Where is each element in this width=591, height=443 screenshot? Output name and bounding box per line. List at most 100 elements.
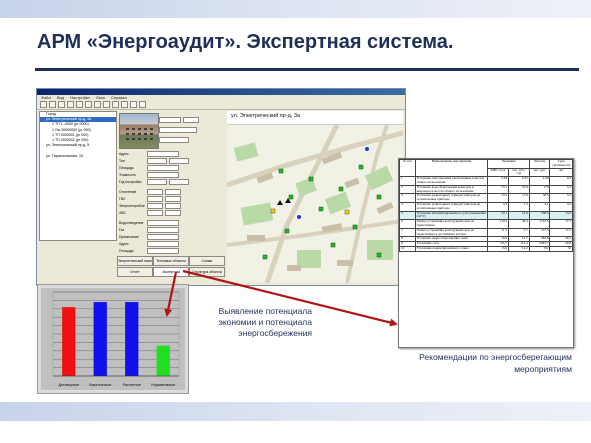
table-row: 10 Утепление покрытий верхнего этажа 13.9 1…	[399, 245, 573, 252]
measures-table: № п/п Наименование мероприятия Экономия …	[399, 158, 573, 252]
object-tree[interactable]: Город ул. Электрический пр-д, 3а 1 ТП 1 …	[39, 111, 117, 241]
field-input[interactable]	[147, 151, 179, 157]
table-header: Затраты	[528, 159, 551, 169]
measure-name-cell: Замена устаревших конструкций окон на ге…	[414, 227, 489, 238]
tab-heat-objects[interactable]: Тепловые объекты	[153, 256, 189, 266]
table-cell: 5	[399, 210, 416, 221]
table-cell: 258.4	[528, 210, 551, 221]
measure-name-cell: Замена устаревших конструкций окон на ге…	[414, 219, 489, 229]
tab-expertise[interactable]: Экспертиза	[153, 267, 189, 277]
table-cell: 13.5	[487, 193, 509, 203]
toolbar-button[interactable]	[139, 101, 146, 108]
field-input[interactable]	[147, 210, 163, 216]
tab-schemes[interactable]: Схемы	[189, 256, 225, 266]
app-window: Файл Вид Настройки Окно Справка Город ул…	[36, 88, 406, 286]
field-input[interactable]	[147, 179, 167, 185]
tab-report[interactable]: Отчёт	[117, 267, 153, 277]
toolbar-button[interactable]	[130, 101, 137, 108]
table-cell: 3.2	[549, 201, 573, 212]
district-map[interactable]	[227, 125, 403, 283]
bottom-tabs: Энергетический паспорт Тепловые объекты …	[117, 256, 227, 280]
field-label: Адрес	[119, 152, 129, 156]
table-cell: 1	[399, 176, 416, 186]
table-cell: 1.2	[507, 201, 530, 212]
menu-item-file[interactable]: Файл	[41, 95, 51, 100]
table-cell: 11.3	[487, 227, 509, 238]
table-cell: 12.2	[507, 245, 530, 252]
caption-recommendations: Рекомендации по энергосберегающим меропр…	[419, 352, 572, 374]
field-input[interactable]	[183, 117, 199, 123]
toolbar-button[interactable]	[40, 101, 47, 108]
top-band	[0, 0, 591, 18]
field-input[interactable]	[147, 220, 179, 226]
toolbar-button[interactable]	[121, 101, 128, 108]
table-cell: 6	[399, 219, 416, 229]
toolbar-button[interactable]	[85, 101, 92, 108]
field-input[interactable]	[165, 210, 181, 216]
toolbar-button[interactable]	[76, 101, 83, 108]
field-label: Примечание	[119, 235, 139, 239]
table-row: 2 Установка водосберегающей арматуры в кв…	[399, 184, 573, 195]
table-cell: 0.4	[549, 176, 573, 186]
field-input[interactable]	[165, 189, 181, 195]
field-input[interactable]	[147, 158, 167, 164]
field-input[interactable]	[147, 234, 179, 240]
field-input[interactable]	[169, 158, 189, 164]
table-header: Срок окупаемости	[549, 159, 573, 169]
toolbar-button[interactable]	[67, 101, 74, 108]
field-input[interactable]	[159, 127, 197, 133]
chart-bar	[125, 302, 139, 376]
table-row: 4 Установка радиаторных терморегуляторов …	[399, 201, 573, 212]
field-input[interactable]	[165, 203, 181, 209]
table-cell: 6.35	[507, 176, 530, 186]
tab-structure[interactable]: Структура объекта	[189, 267, 225, 277]
table-cell: 73.1	[487, 184, 509, 195]
field-label: Водоотведение	[119, 221, 144, 225]
table-cell: 2	[399, 184, 416, 195]
field-input[interactable]	[147, 196, 163, 202]
field-label: Адрес	[119, 242, 129, 246]
field-input[interactable]	[147, 241, 179, 247]
caption-savings-potential: Выявление потенциала экономии и потенциа…	[218, 306, 312, 338]
menu-item-help[interactable]: Справка	[111, 95, 127, 100]
table-row: 7 Замена устаревших конструкций окон на г…	[399, 227, 573, 238]
building-photo	[119, 113, 159, 149]
field-input[interactable]	[159, 117, 181, 123]
field-input[interactable]	[165, 196, 181, 202]
tab-energy-passport[interactable]: Энергетический паспорт	[117, 256, 153, 266]
field-label: Площадь	[119, 166, 134, 170]
tree-item[interactable]: ул. Тираспольская, 33	[40, 154, 116, 159]
table-cell: 3.3	[487, 201, 509, 212]
field-input[interactable]	[147, 227, 179, 233]
toolbar-button[interactable]	[103, 101, 110, 108]
menu-item-settings[interactable]: Настройки	[70, 95, 90, 100]
table-row: 5 Установка автоматизированного узла упра…	[399, 210, 573, 221]
field-label: Отопление	[119, 190, 137, 194]
toolbar-button[interactable]	[58, 101, 65, 108]
chart-category-label: Фактическое	[89, 383, 111, 387]
field-input[interactable]	[147, 172, 179, 178]
savings-chart-window: Договорное Фактическое Расчетное Нормативно…	[37, 284, 189, 394]
field-input[interactable]	[147, 165, 179, 171]
field-input[interactable]	[147, 248, 179, 254]
field-input[interactable]	[169, 179, 189, 185]
tree-item[interactable]: ул. Электрический пр-д, 5	[40, 143, 116, 148]
table-subheader: лет	[549, 167, 573, 178]
table-cell: 1722.5	[528, 219, 551, 229]
menu-item-view[interactable]: Вид	[57, 95, 64, 100]
table-cell: 114.5	[487, 219, 509, 229]
field-input[interactable]	[159, 137, 189, 143]
chart-bar	[156, 345, 170, 376]
map-header: ул. Электрический пр-д, 3а	[227, 111, 403, 125]
menu-item-window[interactable]: Окно	[96, 95, 105, 100]
measure-name-cell: Установка автоматизированного узла управ…	[414, 210, 489, 221]
toolbar-button[interactable]	[49, 101, 56, 108]
field-label: ХВС	[119, 211, 126, 215]
savings-bar-chart: Договорное Фактическое Расчетное Нормативно…	[52, 291, 180, 387]
field-label: Тип	[119, 159, 125, 163]
toolbar-button[interactable]	[112, 101, 119, 108]
table-header: № п/п	[399, 158, 416, 178]
field-input[interactable]	[147, 189, 163, 195]
field-input[interactable]	[147, 203, 163, 209]
toolbar-button[interactable]	[94, 101, 101, 108]
